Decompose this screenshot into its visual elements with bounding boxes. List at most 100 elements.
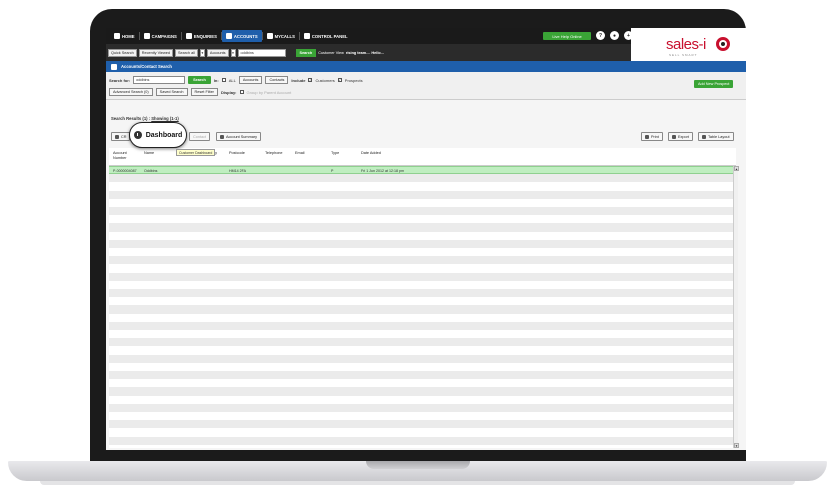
table-row xyxy=(109,239,736,248)
quick-search-input[interactable]: oddbins xyxy=(237,48,286,57)
cell-date-added: Fri 1 Jun 2012 at 12:18 pm xyxy=(361,168,404,173)
all-checkbox[interactable] xyxy=(221,78,226,82)
column-header[interactable]: Account Number xyxy=(113,151,137,161)
table-row xyxy=(109,362,736,371)
page-title: Accounts/Contact Search xyxy=(121,64,172,69)
table-row xyxy=(109,174,736,183)
column-header[interactable]: Type xyxy=(331,151,339,156)
cell-name: Oddbins xyxy=(144,168,158,173)
table-row xyxy=(109,297,736,306)
account-summary-icon xyxy=(220,134,224,139)
table-row xyxy=(109,313,736,322)
crm-button[interactable]: CR xyxy=(111,132,131,141)
quick-search-button[interactable]: Quick Search xyxy=(108,48,137,57)
scroll-up-icon[interactable]: ▲ xyxy=(734,166,739,171)
search-for-label: Search for: xyxy=(109,77,131,83)
group-by-parent-checkbox[interactable] xyxy=(239,90,244,94)
quick-search-submit[interactable]: Search xyxy=(295,48,317,57)
advanced-search-button[interactable]: Advanced Search (0) xyxy=(109,88,153,96)
filter-row: Advanced Search (0) Saved Search Reset F… xyxy=(109,88,291,96)
table-row xyxy=(109,346,736,355)
table-row xyxy=(109,371,736,380)
recently-viewed-button[interactable]: Recently Viewed xyxy=(138,48,174,57)
saved-search-button[interactable]: Saved Search xyxy=(155,88,188,96)
search-type-select[interactable]: Accounts xyxy=(206,48,229,57)
column-header[interactable]: Telephone xyxy=(265,151,283,156)
dashboard-label: Dashboard xyxy=(145,131,183,139)
search-for-input[interactable]: oddbins xyxy=(133,76,186,84)
results-count: Search Results (1) : xyxy=(111,116,152,121)
nav-home[interactable]: HOME xyxy=(110,30,139,42)
table-row xyxy=(109,248,736,257)
mycalls-icon xyxy=(266,33,273,39)
dashboard-tooltip: Customer Dashboard xyxy=(176,149,216,156)
table-row xyxy=(109,412,736,421)
search-panel: Search for: oddbins Search In: ALL Accou… xyxy=(106,72,746,100)
table-layout-button[interactable]: Table Layout xyxy=(698,132,734,141)
page-title-bar: Accounts/Contact Search xyxy=(106,61,746,72)
prospects-checkbox[interactable]: ✓ xyxy=(337,78,342,82)
nav-enquiries[interactable]: ENQUIRIES xyxy=(182,30,221,42)
table-row xyxy=(109,379,736,388)
customers-label: Customers xyxy=(315,77,335,83)
export-button[interactable]: Export xyxy=(668,132,693,141)
column-header[interactable]: Name xyxy=(144,151,154,156)
print-button[interactable]: Print xyxy=(641,132,663,141)
all-label: ALL xyxy=(228,77,236,83)
account-summary-button[interactable]: Account Summary xyxy=(216,132,262,141)
customer-view-value: rising team.... Hello... xyxy=(345,50,384,55)
table-row xyxy=(109,272,736,281)
search-scope-select[interactable]: Search all xyxy=(175,48,198,57)
table-row xyxy=(109,395,736,404)
table-row-selected[interactable]: P-0000004087 Oddbins HM14 2FA P Fri 1 Jun 20… xyxy=(109,166,736,175)
search-button[interactable]: Search xyxy=(188,76,211,84)
export-icon xyxy=(672,134,676,139)
dashboard-icon xyxy=(133,131,142,139)
nav-campaigns[interactable]: CAMPAIGNS xyxy=(140,30,181,42)
table-scrollbar[interactable]: ▲ ▼ xyxy=(733,166,739,448)
include-label: Include xyxy=(291,77,306,83)
accounts-tab[interactable]: Accounts xyxy=(238,76,263,84)
scroll-down-icon[interactable]: ▼ xyxy=(734,443,739,448)
live-help-button[interactable]: Live Help Online xyxy=(543,32,591,40)
cell-postcode: HM14 2FA xyxy=(229,168,246,173)
chevron-down-icon[interactable]: ▼ xyxy=(199,48,205,57)
table-row xyxy=(109,215,736,224)
table-row xyxy=(109,198,736,207)
dashboard-button[interactable]: Dashboard xyxy=(129,122,187,148)
print-icon xyxy=(645,134,649,139)
contact-button[interactable]: Contact xyxy=(189,132,211,141)
laptop-base xyxy=(0,457,835,489)
display-label: Display: xyxy=(220,89,237,95)
crm-icon xyxy=(115,134,119,139)
customers-checkbox[interactable]: ✓ xyxy=(308,78,313,82)
column-header[interactable]: Email xyxy=(295,151,305,156)
contacts-tab[interactable]: Contacts xyxy=(265,76,289,84)
chevron-down-icon[interactable]: ▼ xyxy=(230,48,236,57)
accounts-icon xyxy=(225,33,232,39)
table-row xyxy=(109,280,736,289)
campaigns-icon xyxy=(143,33,150,39)
nav-control-panel[interactable]: CONTROL PANEL xyxy=(300,30,352,42)
prospects-label: Prospects xyxy=(344,77,363,83)
help-icon[interactable]: ? xyxy=(596,31,605,40)
table-row xyxy=(109,428,736,437)
logo-tagline: SELL SMART xyxy=(669,53,698,57)
home-icon xyxy=(114,33,120,39)
table-row xyxy=(109,330,736,339)
reset-filter-button[interactable]: Reset Filter xyxy=(190,88,218,96)
user-icon[interactable]: ● xyxy=(610,31,619,40)
group-by-parent-label: Group by Parent Account xyxy=(246,89,292,95)
logo-mark-icon xyxy=(716,37,730,51)
table-row xyxy=(109,354,736,363)
table-row xyxy=(109,436,736,445)
nav-accounts[interactable]: ACCOUNTS xyxy=(221,30,262,42)
column-header[interactable]: Date Added xyxy=(361,151,381,156)
table-row xyxy=(109,231,736,240)
column-header[interactable]: Postcode xyxy=(229,151,245,156)
table-row xyxy=(109,182,736,191)
quick-search-bar: Quick Search Recently Viewed Search all … xyxy=(106,44,631,61)
add-new-prospect-button[interactable]: Add New Prospect xyxy=(694,80,734,88)
nav-mycalls[interactable]: MYCALLS xyxy=(263,30,299,42)
results-toolbar: CR Contact Account Summary Print Export … xyxy=(109,132,743,142)
